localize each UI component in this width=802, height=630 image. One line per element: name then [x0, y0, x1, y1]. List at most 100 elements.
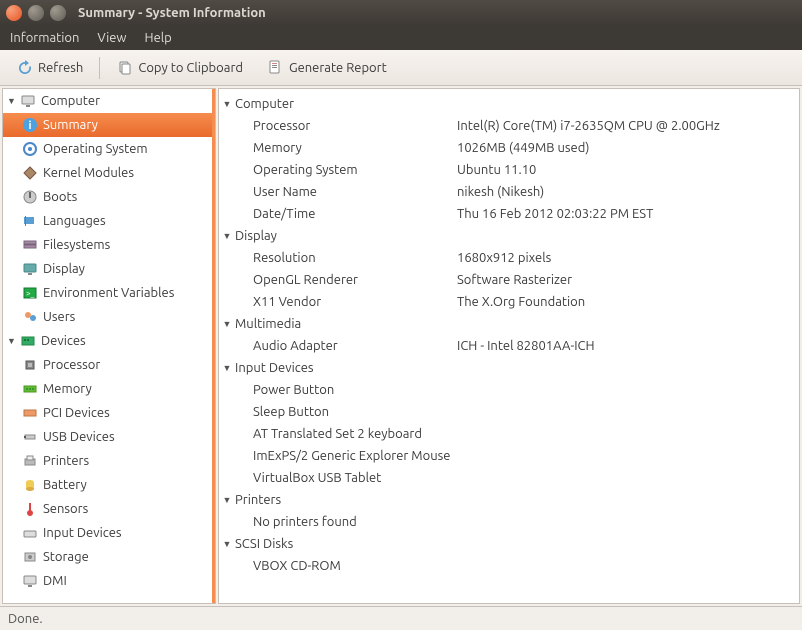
languages-icon: [21, 212, 39, 230]
content-group[interactable]: ▼Multimedia: [219, 313, 799, 335]
tree-item-processor[interactable]: Processor: [3, 353, 215, 377]
tree-group-computer[interactable]: ▼Computer: [3, 89, 215, 113]
tree-item-printers[interactable]: Printers: [3, 449, 215, 473]
detail-row[interactable]: Resolution1680x912 pixels: [219, 247, 799, 269]
detail-row[interactable]: Sleep Button: [219, 401, 799, 423]
content-group[interactable]: ▼Printers: [219, 489, 799, 511]
detail-key: No printers found: [219, 515, 457, 529]
detail-row[interactable]: Memory1026MB (449MB used): [219, 137, 799, 159]
storage-icon: [21, 548, 39, 566]
detail-key: Processor: [219, 119, 457, 133]
chevron-down-icon: ▼: [219, 539, 235, 549]
group-label: Printers: [235, 493, 281, 507]
tree-item-label: Memory: [43, 382, 92, 396]
users-icon: [21, 308, 39, 326]
detail-key: Power Button: [219, 383, 457, 397]
pci-devices-icon: [21, 404, 39, 422]
menu-information[interactable]: Information: [10, 31, 79, 45]
tree-item-languages[interactable]: Languages: [3, 209, 215, 233]
tree-item-label: Sensors: [43, 502, 88, 516]
refresh-button[interactable]: Refresh: [8, 55, 91, 81]
tree-item-usb-devices[interactable]: USB Devices: [3, 425, 215, 449]
tree-group-devices[interactable]: ▼Devices: [3, 329, 215, 353]
tree-item-display[interactable]: Display: [3, 257, 215, 281]
tree-item-label: Languages: [43, 214, 106, 228]
detail-key: Sleep Button: [219, 405, 457, 419]
tree-item-input-devices[interactable]: Input Devices: [3, 521, 215, 545]
usb-devices-icon: [21, 428, 39, 446]
detail-row[interactable]: User Namenikesh (Nikesh): [219, 181, 799, 203]
detail-row[interactable]: X11 VendorThe X.Org Foundation: [219, 291, 799, 313]
detail-row[interactable]: Operating SystemUbuntu 11.10: [219, 159, 799, 181]
content-group[interactable]: ▼SCSI Disks: [219, 533, 799, 555]
detail-row[interactable]: ProcessorIntel(R) Core(TM) i7-2635QM CPU…: [219, 115, 799, 137]
dmi-icon: [21, 572, 39, 590]
tree-item-label: Filesystems: [43, 238, 110, 252]
status-text: Done.: [8, 612, 43, 626]
tree-item-filesystems[interactable]: Filesystems: [3, 233, 215, 257]
printers-icon: [21, 452, 39, 470]
battery-icon: [21, 476, 39, 494]
tree-item-label: Kernel Modules: [43, 166, 134, 180]
chevron-down-icon: ▼: [219, 495, 235, 505]
tree-item-boots[interactable]: Boots: [3, 185, 215, 209]
window-title: Summary - System Information: [78, 6, 266, 20]
titlebar: Summary - System Information: [0, 0, 802, 26]
tree-item-label: PCI Devices: [43, 406, 110, 420]
menu-help[interactable]: Help: [145, 31, 172, 45]
tree-item-storage[interactable]: Storage: [3, 545, 215, 569]
detail-row[interactable]: ImExPS/2 Generic Explorer Mouse: [219, 445, 799, 467]
sidebar[interactable]: ▼ComputeriSummary Operating System Kernel …: [2, 88, 216, 604]
detail-row[interactable]: AT Translated Set 2 keyboard: [219, 423, 799, 445]
tree-item-battery[interactable]: Battery: [3, 473, 215, 497]
tree-item-pci-devices[interactable]: PCI Devices: [3, 401, 215, 425]
tree-item-label: Boots: [43, 190, 77, 204]
detail-row[interactable]: No printers found: [219, 511, 799, 533]
sidebar-scrollbar[interactable]: [212, 89, 215, 603]
tree-item-kernel-modules[interactable]: Kernel Modules: [3, 161, 215, 185]
tree-item-label: Operating System: [43, 142, 148, 156]
report-button[interactable]: Generate Report: [259, 55, 395, 81]
tree-item-users[interactable]: Users: [3, 305, 215, 329]
tree-item-sensors[interactable]: Sensors: [3, 497, 215, 521]
menu-view[interactable]: View: [97, 31, 126, 45]
detail-key: VirtualBox USB Tablet: [219, 471, 457, 485]
memory-icon: [21, 380, 39, 398]
minimize-icon[interactable]: [28, 5, 44, 21]
chevron-down-icon: ▼: [219, 363, 235, 373]
detail-key: Operating System: [219, 163, 457, 177]
group-label: Computer: [235, 97, 294, 111]
detail-row[interactable]: Power Button: [219, 379, 799, 401]
detail-row[interactable]: VBOX CD-ROM: [219, 555, 799, 577]
maximize-icon[interactable]: [50, 5, 66, 21]
detail-row[interactable]: Audio AdapterICH - Intel 82801AA-ICH: [219, 335, 799, 357]
detail-row[interactable]: OpenGL RendererSoftware Rasterizer: [219, 269, 799, 291]
detail-row[interactable]: Date/TimeThu 16 Feb 2012 02:03:22 PM EST: [219, 203, 799, 225]
content-group[interactable]: ▼Display: [219, 225, 799, 247]
content-group[interactable]: ▼Input Devices: [219, 357, 799, 379]
tree-item-summary[interactable]: iSummary: [3, 113, 215, 137]
detail-key: Audio Adapter: [219, 339, 457, 353]
tree-item-dmi[interactable]: DMI: [3, 569, 215, 593]
copy-button[interactable]: Copy to Clipboard: [108, 55, 251, 81]
svg-text:i: i: [28, 120, 31, 132]
detail-row[interactable]: VirtualBox USB Tablet: [219, 467, 799, 489]
tree-item-environment-variables[interactable]: >_ Environment Variables: [3, 281, 215, 305]
tree-item-memory[interactable]: Memory: [3, 377, 215, 401]
tree-item-label: Environment Variables: [43, 286, 174, 300]
chevron-down-icon: ▼: [7, 336, 19, 346]
chevron-down-icon: ▼: [7, 96, 19, 106]
report-label: Generate Report: [289, 61, 387, 75]
detail-value: Intel(R) Core(TM) i7-2635QM CPU @ 2.00GH…: [457, 119, 799, 133]
close-icon[interactable]: [6, 5, 22, 21]
content-panel[interactable]: ▼ComputerProcessorIntel(R) Core(TM) i7-2…: [218, 88, 800, 604]
tree-item-label: Processor: [43, 358, 100, 372]
detail-key: VBOX CD-ROM: [219, 559, 457, 573]
detail-value: The X.Org Foundation: [457, 295, 799, 309]
environment-variables-icon: >_: [21, 284, 39, 302]
tree-item-operating-system[interactable]: Operating System: [3, 137, 215, 161]
detail-key: OpenGL Renderer: [219, 273, 457, 287]
computer-icon: [19, 92, 37, 110]
refresh-label: Refresh: [38, 61, 83, 75]
content-group[interactable]: ▼Computer: [219, 93, 799, 115]
